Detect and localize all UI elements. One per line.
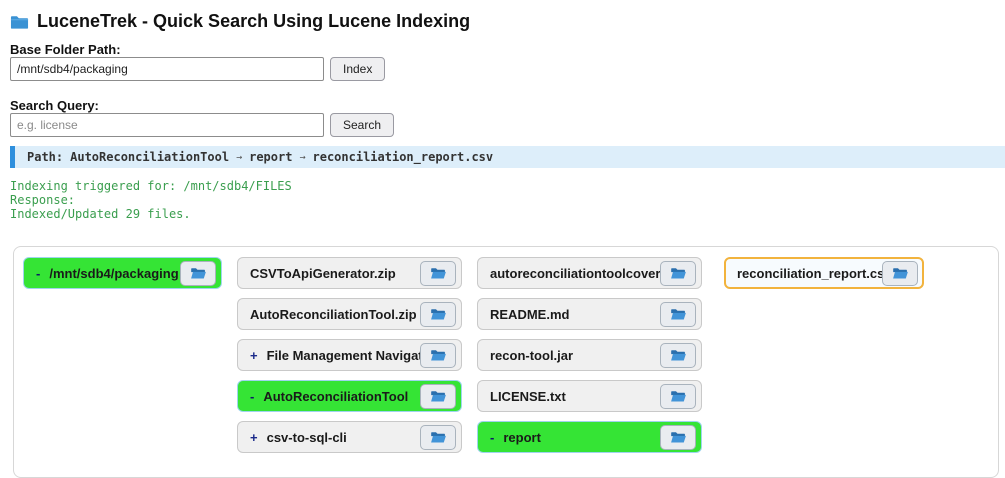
collapse-toggle-icon[interactable]: -: [250, 389, 254, 404]
open-folder-button[interactable]: [660, 342, 696, 368]
arrow-right-icon: →: [236, 151, 243, 163]
tree-node-license-txt[interactable]: LICENSE.txt: [477, 380, 702, 412]
open-folder-button[interactable]: [420, 424, 456, 450]
result-path-bar: Path: AutoReconciliationTool → report → …: [10, 146, 1005, 168]
tree-node-label: LICENSE.txt: [490, 388, 566, 404]
folder-open-icon: [430, 349, 446, 361]
base-folder-label: Base Folder Path:: [10, 42, 121, 57]
tree-node-reconciliation-report-csv[interactable]: reconciliation_report.csv: [724, 257, 924, 289]
open-folder-button[interactable]: [660, 260, 696, 286]
index-response-text: Indexing triggered for: /mnt/sdb4/FILES …: [10, 179, 292, 221]
open-folder-button[interactable]: [660, 424, 696, 450]
collapse-toggle-icon[interactable]: -: [490, 430, 494, 445]
tree-node-label: CSVToApiGenerator.zip: [250, 265, 396, 281]
tree-node-label: - AutoReconciliationTool: [250, 388, 409, 404]
tree-node-csvtoapigenerator-zip[interactable]: CSVToApiGenerator.zip: [237, 257, 462, 289]
open-folder-button[interactable]: [882, 260, 918, 286]
path-segment: report: [249, 150, 293, 164]
tree-node-recon-tool-jar[interactable]: recon-tool.jar: [477, 339, 702, 371]
tree-node-autoreconciliationtool-zip[interactable]: AutoReconciliationTool.zip: [237, 298, 462, 330]
tree-node-label: - report: [490, 429, 541, 445]
folder-open-icon: [670, 349, 686, 361]
index-button[interactable]: Index: [330, 57, 386, 81]
folder-open-icon: [430, 431, 446, 443]
folder-open-icon: [670, 267, 686, 279]
folder-open-icon: [190, 267, 206, 279]
tree-node-label: reconciliation_report.csv: [737, 265, 882, 281]
folder-open-icon: [670, 431, 686, 443]
path-segment: AutoReconciliationTool: [70, 150, 230, 164]
tree-node-autoreconciliationtoolcover-png[interactable]: autoreconciliationtoolcover.png: [477, 257, 702, 289]
open-folder-button[interactable]: [420, 301, 456, 327]
collapse-toggle-icon[interactable]: -: [36, 266, 40, 281]
expand-toggle-icon[interactable]: +: [250, 430, 258, 445]
base-folder-input[interactable]: [10, 57, 324, 81]
folder-open-icon: [670, 390, 686, 402]
app-folder-icon: [10, 14, 29, 30]
tree-node-label: autoreconciliationtoolcover.png: [490, 265, 660, 281]
search-input[interactable]: [10, 113, 324, 137]
open-folder-button[interactable]: [420, 342, 456, 368]
tree-node-label: recon-tool.jar: [490, 347, 574, 363]
folder-open-icon: [430, 308, 446, 320]
tree-node-label: + File Management Navigation: [250, 347, 420, 363]
tree-node-label: README.md: [490, 306, 570, 322]
tree-node-report[interactable]: - report: [477, 421, 702, 453]
page-title-text: LuceneTrek - Quick Search Using Lucene I…: [37, 11, 471, 31]
tree-node-autoreconciliationtool[interactable]: - AutoReconciliationTool: [237, 380, 462, 412]
path-segment: reconciliation_report.csv: [312, 150, 494, 164]
tree-node-readme-md[interactable]: README.md: [477, 298, 702, 330]
folder-open-icon: [430, 267, 446, 279]
open-folder-button[interactable]: [420, 260, 456, 286]
open-folder-button[interactable]: [660, 301, 696, 327]
page-title: LuceneTrek - Quick Search Using Lucene I…: [10, 11, 470, 32]
open-folder-button[interactable]: [660, 383, 696, 409]
path-prefix: Path:: [27, 150, 64, 164]
search-query-label: Search Query:: [10, 98, 99, 113]
tree-node-label: - /mnt/sdb4/packaging: [36, 265, 179, 281]
tree-node-label: + csv-to-sql-cli: [250, 429, 347, 445]
folder-open-icon: [892, 267, 908, 279]
tree-node-csv-to-sql-cli[interactable]: + csv-to-sql-cli: [237, 421, 462, 453]
open-folder-button[interactable]: [420, 383, 456, 409]
folder-open-icon: [430, 390, 446, 402]
folder-open-icon: [670, 308, 686, 320]
tree-node-packaging-root[interactable]: - /mnt/sdb4/packaging: [23, 257, 222, 289]
tree-node-file-management-navigation[interactable]: + File Management Navigation: [237, 339, 462, 371]
open-folder-button[interactable]: [180, 260, 216, 286]
tree-node-label: AutoReconciliationTool.zip: [250, 306, 417, 322]
arrow-right-icon: →: [299, 151, 306, 163]
expand-toggle-icon[interactable]: +: [250, 348, 258, 363]
search-button[interactable]: Search: [330, 113, 395, 137]
